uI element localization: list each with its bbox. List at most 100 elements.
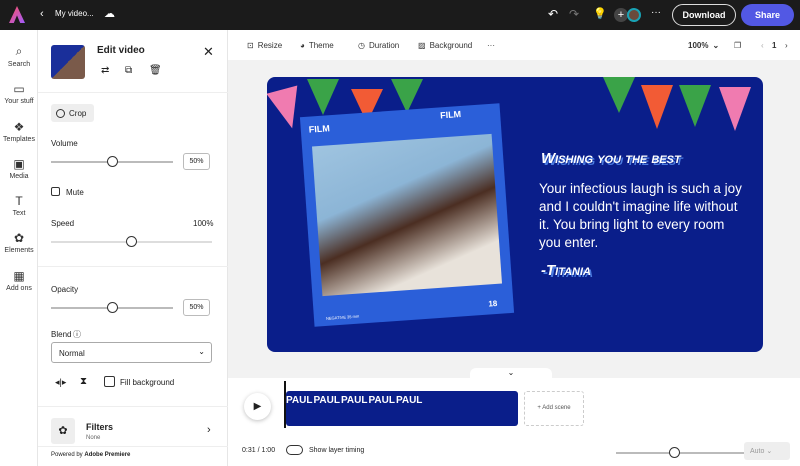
rail-item-add-ons[interactable]: ▦ Add ons: [0, 269, 38, 292]
speed-slider[interactable]: [51, 236, 212, 247]
divider: [38, 406, 228, 407]
volume-value[interactable]: 50%: [183, 153, 210, 170]
clip-text: PAUL: [368, 395, 395, 406]
rail-item-elements[interactable]: ✿ Elements: [0, 231, 38, 254]
card-signature: -Titania: [541, 262, 592, 279]
delete-icon[interactable]: 🗑: [149, 65, 162, 76]
film-frame: FILM FILM 18 NEGATIVE 35 mm: [299, 103, 515, 327]
rail-item-search[interactable]: ⌕ Search: [0, 44, 38, 68]
negative-label: NEGATIVE 35 mm: [325, 313, 360, 321]
adobe-express-logo[interactable]: [9, 6, 25, 23]
download-button[interactable]: Download: [672, 4, 736, 26]
rail-label: Media: [9, 173, 29, 180]
filters-icon: ✿: [51, 418, 75, 444]
clip-text: PAUL: [313, 395, 340, 406]
design-canvas[interactable]: FILM FILM 18 NEGATIVE 35 mm Wishing you …: [267, 77, 763, 352]
duration-label: Duration: [368, 41, 400, 50]
add-scene-button[interactable]: + Add scene: [524, 391, 584, 426]
opacity-slider[interactable]: [51, 302, 173, 313]
speed-value: 100%: [193, 219, 214, 228]
back-chevron-icon[interactable]: ‹: [40, 8, 44, 20]
more-icon[interactable]: ···: [487, 41, 495, 50]
auto-dropdown[interactable]: Auto ⌄: [744, 442, 790, 460]
timeline-zoom-slider[interactable]: [616, 447, 746, 458]
crop-label: Crop: [69, 108, 87, 118]
opacity-knob[interactable]: [107, 302, 118, 313]
opacity-value[interactable]: 50%: [183, 299, 210, 316]
theme-label: Theme: [308, 41, 334, 50]
zoom-value: 100%: [688, 41, 709, 50]
info-icon[interactable]: ⓘ: [73, 329, 81, 340]
share-button[interactable]: Share: [741, 4, 794, 26]
rail-item-media[interactable]: ▣ Media: [0, 157, 38, 180]
clip-text: PAUL: [395, 395, 423, 406]
volume-knob[interactable]: [107, 156, 118, 167]
chevron-right-icon: ›: [207, 424, 211, 436]
speed-knob[interactable]: [126, 236, 137, 247]
resize-button[interactable]: ⊡ Resize: [247, 41, 282, 50]
bunting-flag: [679, 85, 711, 127]
flip-vertical-icon[interactable]: ⧗: [80, 376, 87, 387]
cloud-icon: ☁: [104, 8, 115, 20]
media-icon: ▣: [13, 157, 25, 171]
rail-item-your-stuff[interactable]: ▭ Your stuff: [0, 82, 38, 105]
zoom-knob[interactable]: [669, 447, 680, 458]
clock-icon: ◷: [358, 41, 365, 50]
timeline: ▶ PAUL PAUL PAUL PAUL PAUL + Add scene 0:31 …: [228, 378, 800, 466]
more-icon[interactable]: ···: [651, 7, 661, 18]
canvas-toolbar: ⊡ Resize ◕ Theme ◷ Duration ▨ Background ···…: [228, 30, 800, 60]
avatar[interactable]: [627, 8, 641, 22]
pages-icon[interactable]: ❐: [734, 41, 741, 50]
powered-brand: Adobe Premiere: [84, 452, 131, 458]
blend-label: Blend: [51, 330, 72, 339]
frame-number: 18: [488, 298, 498, 309]
undo-icon[interactable]: ↶: [548, 7, 558, 21]
speed-label: Speed: [51, 219, 75, 228]
duration-button[interactable]: ◷ Duration: [358, 41, 399, 50]
layer-timing-toggle[interactable]: [286, 445, 303, 455]
next-page-icon[interactable]: ›: [785, 41, 788, 50]
close-icon[interactable]: ✕: [203, 44, 214, 60]
bunting-flag: [641, 85, 673, 129]
volume-slider[interactable]: [51, 156, 173, 167]
redo-icon[interactable]: ↷: [569, 7, 579, 21]
rail-label: Elements: [4, 247, 34, 254]
film-label: FILM: [439, 108, 462, 121]
crop-button[interactable]: Crop: [51, 104, 94, 122]
chevron-down-icon: ⌄: [766, 448, 773, 455]
prev-page-icon[interactable]: ‹: [761, 41, 764, 50]
video-clip[interactable]: PAUL PAUL PAUL PAUL PAUL: [286, 391, 518, 426]
background-button[interactable]: ▨ Background: [418, 41, 472, 50]
theme-button[interactable]: ◕ Theme: [300, 41, 334, 50]
document-title[interactable]: My video...: [55, 9, 94, 18]
fill-background-icon[interactable]: [104, 376, 115, 387]
add-ons-icon: ▦: [13, 269, 25, 283]
background-icon: ▨: [418, 41, 426, 50]
panel-title: Edit video: [97, 45, 145, 56]
fill-background-label[interactable]: Fill background: [120, 378, 174, 387]
filters-row[interactable]: ✿ Filters None ›: [51, 418, 219, 448]
card-heading: Wishing you the best: [541, 150, 681, 167]
blend-dropdown[interactable]: Normal ⌄: [51, 342, 212, 363]
bunting-flag: [307, 79, 339, 115]
divider: [38, 92, 228, 93]
add-collaborator-icon[interactable]: +: [614, 8, 628, 22]
blend-value: Normal: [59, 349, 85, 358]
lightbulb-icon[interactable]: 💡: [593, 7, 607, 20]
play-button[interactable]: ▶: [244, 393, 271, 420]
powered-by: Powered by Adobe Premiere: [38, 446, 228, 466]
rail-label: Templates: [3, 136, 35, 143]
bunting-flag: [603, 77, 635, 113]
duplicate-icon[interactable]: ⧉: [125, 65, 132, 76]
opacity-label: Opacity: [51, 285, 79, 294]
search-icon: ⌕: [15, 44, 23, 58]
replace-icon[interactable]: ⇄: [101, 65, 109, 76]
rail-item-templates[interactable]: ❖ Templates: [0, 120, 38, 143]
zoom-dropdown[interactable]: 100% ⌄: [688, 41, 719, 50]
top-bar: ‹ My video... ☁ ↶ ↷ 💡 + ··· Download Sha…: [0, 0, 800, 30]
mute-checkbox[interactable]: [51, 187, 60, 196]
flip-horizontal-icon[interactable]: ◂|▸: [55, 377, 66, 388]
resize-label: Resize: [257, 41, 283, 50]
edit-video-panel: Edit video ✕ ⇄ ⧉ 🗑 Crop Volume 50% Mute …: [38, 30, 228, 466]
rail-item-text[interactable]: T Text: [0, 194, 38, 217]
